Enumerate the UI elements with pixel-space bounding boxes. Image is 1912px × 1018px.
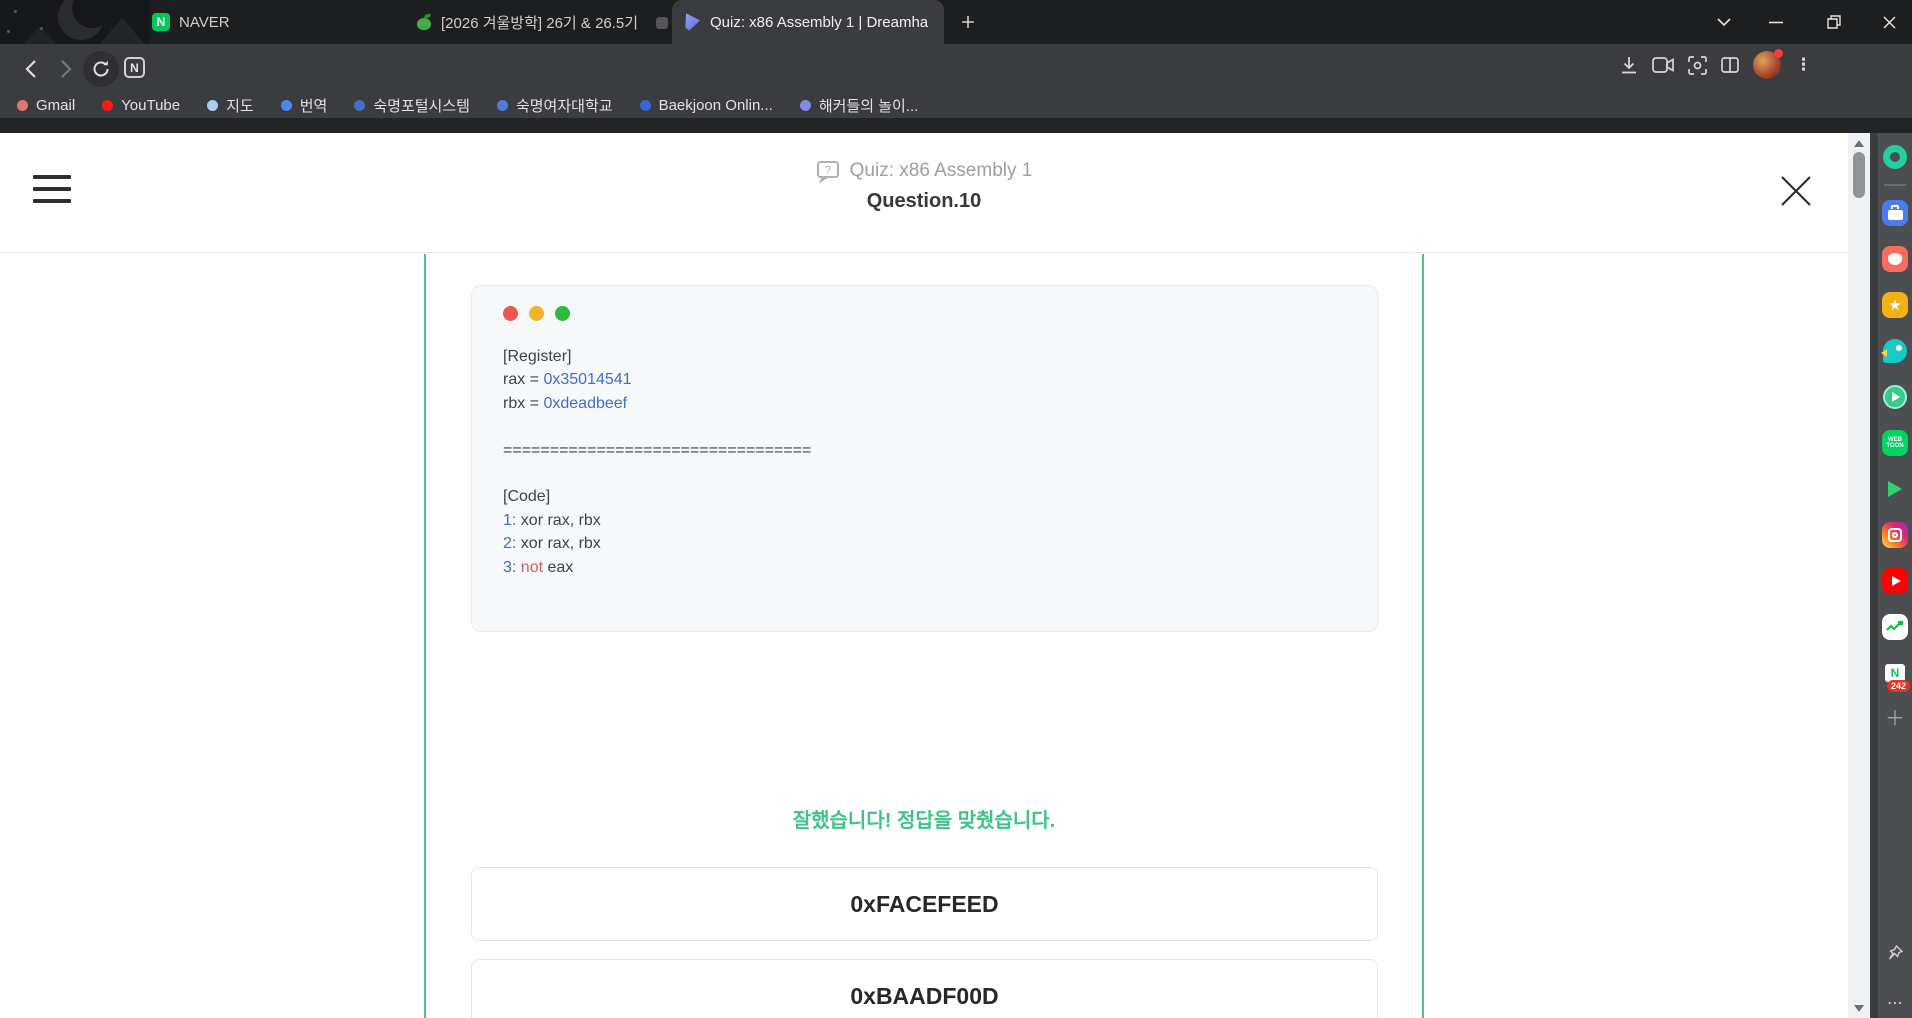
naver-tv-icon[interactable]: [1882, 384, 1908, 410]
quiz-title: Quiz: x86 Assembly 1: [850, 160, 1033, 182]
favorites-star-icon[interactable]: ★: [1882, 292, 1908, 318]
bookmark-favicon: [497, 100, 508, 111]
terminal-yellow-dot: [529, 306, 544, 321]
scroll-down-arrow[interactable]: [1848, 998, 1870, 1018]
browser-menu-icon[interactable]: ⋮: [1795, 55, 1812, 75]
window-close-button[interactable]: [1866, 0, 1912, 44]
restore-button[interactable]: [1811, 0, 1857, 44]
notification-badge: 242: [1887, 680, 1910, 692]
bookmark-label: Gmail: [36, 97, 75, 114]
tab-bar: N NAVER [2026 겨울방학] 26기 & 26.5기 Quiz: x8…: [0, 0, 1912, 44]
bookmark-favicon: [102, 100, 113, 111]
youtube-icon[interactable]: [1882, 568, 1908, 594]
terminal-traffic-lights: [503, 306, 1346, 321]
bookmark-favicon: [354, 100, 365, 111]
tab-dreamhack-active[interactable]: Quiz: x86 Assembly 1 | Dreamha: [672, 0, 944, 44]
split-screen-icon[interactable]: [1721, 57, 1739, 73]
new-tab-button[interactable]: [956, 10, 980, 34]
dreamhack-favicon: [684, 13, 701, 31]
question-number: Question.10: [867, 190, 981, 213]
sidebar-separator: [1870, 133, 1878, 1018]
bookmarks-bar: Gmail YouTube 지도 번역 숙명포털시스템 숙명여자대학교 Baek…: [0, 93, 1912, 118]
bookmark-item[interactable]: Gmail: [17, 97, 75, 114]
back-button[interactable]: [12, 51, 48, 87]
workspace-icon[interactable]: [1882, 200, 1908, 226]
instagram-icon[interactable]: [1882, 522, 1908, 548]
chrome-page-divider: [0, 118, 1912, 133]
bookmark-label: 숙명포털시스템: [373, 95, 470, 116]
notification-dot: [1774, 49, 1783, 58]
tab-label: Quiz: x86 Assembly 1 | Dreamha: [710, 14, 928, 31]
scroll-up-arrow[interactable]: [1848, 133, 1870, 153]
scrollbar-thumb[interactable]: [1853, 152, 1865, 198]
bookmark-label: 해커들의 놀이...: [819, 95, 918, 116]
bookmark-favicon: [207, 100, 218, 111]
success-message: 잘했습니다! 정답을 맞췄습니다.: [425, 804, 1423, 833]
sidebar-divider: [1884, 184, 1906, 186]
sidebar-add-icon[interactable]: ＋: [1882, 706, 1908, 732]
naver-favicon: N: [152, 13, 170, 31]
whale-sidebar: ★ WEBTOON N242 ＋ ⋯: [1878, 133, 1912, 1018]
bookmark-item[interactable]: Baekjoon Onlin...: [640, 97, 773, 114]
sidebar-pin-icon[interactable]: [1878, 945, 1912, 961]
quiz-bubble-icon: ?: [816, 159, 840, 183]
bookmark-item[interactable]: 숙명여자대학교: [497, 95, 613, 116]
bookmark-favicon: [800, 100, 811, 111]
bookmark-item[interactable]: 번역: [281, 95, 328, 116]
papago-icon[interactable]: [1882, 338, 1908, 364]
browser-toolbar: N learn.dreamhack.io Quiz: x86 Assembly …: [0, 44, 1912, 93]
bookmark-favicon: [640, 100, 651, 111]
refresh-button[interactable]: [83, 51, 119, 87]
profile-avatar[interactable]: [1753, 51, 1781, 79]
quiz-close-button[interactable]: [1776, 171, 1816, 211]
bookmark-item[interactable]: YouTube: [102, 97, 180, 114]
download-icon[interactable]: [1620, 56, 1638, 74]
bookmark-label: 번역: [300, 95, 328, 116]
bookmark-label: 숙명여자대학교: [516, 95, 613, 116]
answer-option-label: 0xBAADF00D: [850, 983, 998, 1010]
tab-label: [2026 겨울방학] 26기 & 26.5기: [441, 12, 638, 33]
bookmark-item[interactable]: 지도: [207, 95, 254, 116]
browser-window: N NAVER [2026 겨울방학] 26기 & 26.5기 Quiz: x8…: [0, 0, 1912, 1018]
bookmark-label: 지도: [226, 95, 254, 116]
theme-artwork: [0, 0, 150, 44]
quiz-header: ? Quiz: x86 Assembly 1 Question.10: [0, 133, 1848, 253]
answer-option-label: 0xFACEFEED: [850, 891, 998, 918]
answer-options: ✓ 0xFACEFEED ✓ 0xBAADF00D ✓ 0×35014541: [471, 867, 1378, 1018]
answer-option[interactable]: ✓ 0xBAADF00D: [471, 959, 1378, 1018]
bookmark-favicon: [281, 100, 292, 111]
whale-store-icon[interactable]: [1882, 144, 1908, 170]
terminal-green-dot: [555, 306, 570, 321]
screenshot-icon[interactable]: [1688, 56, 1707, 75]
answer-option[interactable]: ✓ 0xFACEFEED: [471, 867, 1378, 941]
video-call-icon[interactable]: [1652, 57, 1674, 73]
tab-group-indicator: [656, 17, 668, 29]
whale-cat-icon[interactable]: [1882, 246, 1908, 272]
code-terminal-card: [Register]rax = 0x35014541rbx = 0xdeadbe…: [471, 285, 1378, 632]
bookmark-label: YouTube: [121, 97, 180, 114]
assembly-code: [Register]rax = 0x35014541rbx = 0xdeadbe…: [503, 345, 1346, 579]
tab-winter-camp[interactable]: [2026 겨울방학] 26기 & 26.5기: [404, 0, 650, 44]
quiz-page: ? Quiz: x86 Assembly 1 Question.10 [Regi…: [0, 133, 1848, 1018]
terminal-red-dot: [503, 306, 518, 321]
bookmark-item[interactable]: 숙명포털시스템: [354, 95, 470, 116]
tab-search-chevron-button[interactable]: [1701, 0, 1747, 44]
green-play-icon[interactable]: [1882, 476, 1908, 502]
naver-extension-icon[interactable]: N: [124, 57, 145, 78]
tab-naver[interactable]: N NAVER: [140, 0, 242, 44]
webtoon-icon[interactable]: WEBTOON: [1882, 430, 1908, 456]
bookmark-favicon: [17, 100, 28, 111]
forward-button[interactable]: [48, 51, 84, 87]
bookmark-item[interactable]: 해커들의 놀이...: [800, 95, 918, 116]
naver-shopping-icon[interactable]: N242: [1882, 660, 1908, 686]
bookmark-label: Baekjoon Onlin...: [659, 97, 773, 114]
page-scrollbar[interactable]: [1848, 133, 1870, 1018]
apple-favicon: [416, 14, 432, 30]
minimize-button[interactable]: [1753, 0, 1799, 44]
tab-label: NAVER: [179, 14, 230, 31]
stock-chart-icon[interactable]: [1882, 614, 1908, 640]
sidebar-more-icon[interactable]: ⋯: [1878, 993, 1912, 1013]
svg-text:?: ?: [825, 165, 831, 177]
